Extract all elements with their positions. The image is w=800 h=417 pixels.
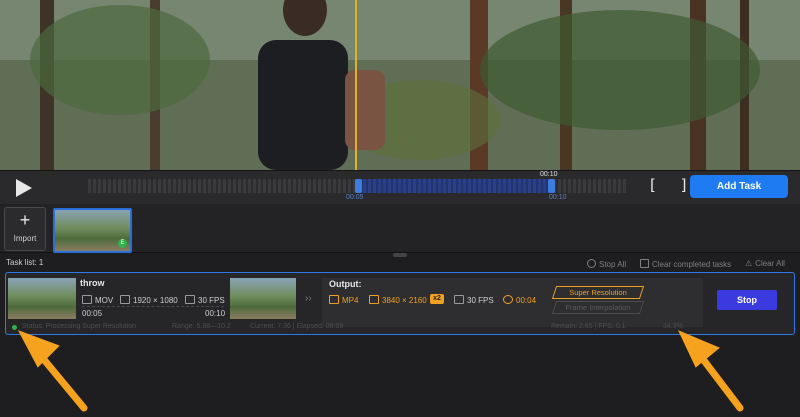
input-resolution: 1920 × 1080 [120, 295, 178, 305]
task-list-title: Task list: 1 [6, 258, 44, 267]
add-task-button[interactable]: Add Task [690, 175, 788, 198]
preview-scene [0, 0, 800, 170]
play-icon[interactable] [16, 179, 32, 197]
resize-icon [120, 295, 130, 304]
output-format: MP4 [329, 295, 358, 305]
panel-resize-grip[interactable] [393, 253, 407, 257]
scale-badge: x2 [430, 294, 444, 304]
stop-circle-icon [587, 259, 596, 268]
trim-range-bar [82, 306, 224, 308]
super-resolution-tag: Super Resolution [551, 286, 645, 299]
stop-all-button[interactable]: Stop All [587, 259, 626, 269]
input-resolution-value: 1920 × 1080 [133, 296, 178, 305]
trim-end-time: 00:10 [549, 194, 567, 201]
output-resolution: 3840 × 2160 [369, 295, 427, 305]
clear-all-label: Clear All [755, 259, 785, 268]
stop-button[interactable]: Stop [717, 290, 777, 310]
input-fps-value: 30 FPS [198, 296, 225, 305]
input-format-value: MOV [95, 296, 114, 305]
chevron-right-icon: ›› [305, 293, 312, 304]
output-resolution-value: 3840 × 2160 [382, 296, 427, 305]
input-fps: 30 FPS [185, 295, 225, 305]
import-button[interactable]: + Import [4, 207, 46, 251]
arrow-left-icon [17, 330, 88, 412]
progress-percent: 34.3% [663, 323, 683, 330]
output-duration: 00:04 [503, 295, 536, 305]
frames-icon [454, 295, 464, 304]
current-elapsed-text: Current: 7.36 | Elapsed: 08:09 [250, 323, 344, 330]
frame-interpolation-label: Frame Interpolation [565, 303, 631, 312]
clear-completed-label: Clear completed tasks [652, 260, 732, 269]
task-output-thumbnail [230, 278, 296, 319]
range-text: Range: 5.98—10.2 [172, 323, 231, 330]
output-fps-value: 30 FPS [467, 296, 494, 305]
trim-end: 00:10 [205, 309, 226, 318]
film-icon [329, 295, 339, 304]
remain-fps-text: Remain: 2.65 | FPS: 0.1 [551, 323, 626, 330]
trim-start-time: 00:05 [346, 194, 364, 201]
current-time-label: 00:10 [540, 171, 558, 178]
clear-all-button[interactable]: ⚠ Clear All [745, 259, 785, 268]
output-duration-value: 00:04 [516, 296, 537, 305]
video-preview[interactable] [0, 0, 800, 170]
clock-icon [503, 295, 513, 304]
timeline-selection[interactable] [358, 179, 550, 193]
task-name: throw [80, 278, 105, 288]
task-input-thumbnail [8, 278, 76, 319]
stop-all-label: Stop All [599, 260, 627, 269]
plus-icon: + [19, 210, 31, 230]
resize-icon [369, 295, 379, 304]
frame-interpolation-tag: Frame Interpolation [551, 301, 645, 314]
trim-end-handle[interactable] [548, 179, 555, 193]
trim-start-handle[interactable] [355, 179, 362, 193]
warning-icon: ⚠ [745, 259, 753, 268]
clear-completed-icon [640, 259, 649, 268]
arrow-right-icon [677, 330, 744, 412]
status-indicator-dot [12, 325, 17, 330]
trim-start: 00:05 [82, 309, 103, 318]
import-label: Import [13, 234, 37, 243]
enhance-badge: E [118, 239, 127, 248]
clear-completed-button[interactable]: Clear completed tasks [640, 259, 731, 269]
playhead-line[interactable] [355, 0, 357, 170]
super-resolution-label: Super Resolution [569, 288, 627, 297]
output-label: Output: [329, 279, 362, 289]
film-icon [82, 295, 92, 304]
input-format: MOV [82, 295, 113, 305]
output-format-value: MP4 [342, 296, 359, 305]
frames-icon [185, 295, 195, 304]
status-text: Status: Processing Super Resolution [22, 323, 137, 330]
output-fps: 30 FPS [454, 295, 494, 305]
